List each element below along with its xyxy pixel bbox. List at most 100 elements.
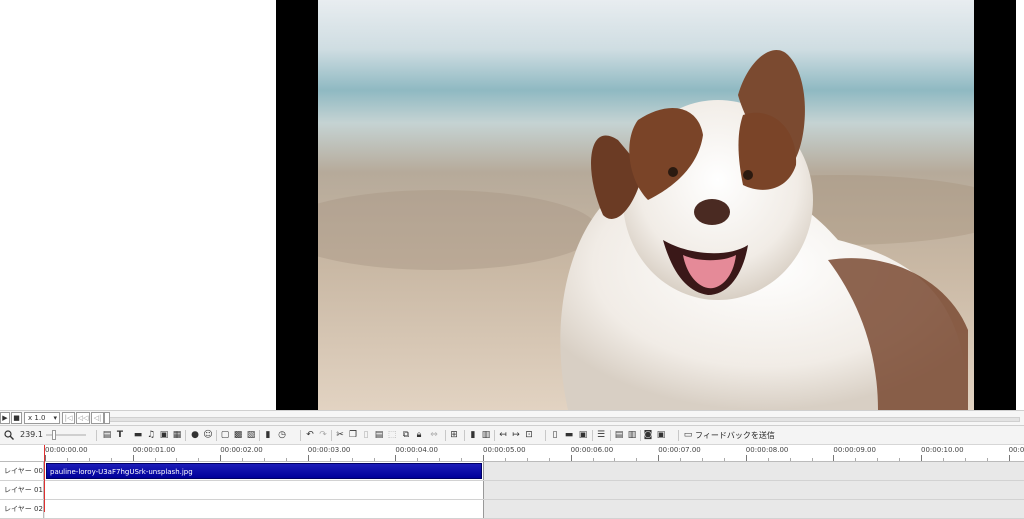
copy-icon[interactable]: ❐: [348, 430, 358, 440]
camera-icon[interactable]: ◙: [643, 430, 653, 440]
group-icon[interactable]: ▩: [233, 430, 243, 440]
save-disk-icon[interactable]: ▣: [578, 430, 588, 440]
music-icon[interactable]: ♫: [146, 430, 156, 440]
ruler-tick-label: 00:00:05.00: [483, 446, 526, 454]
ruler-minor-tick: [198, 458, 200, 461]
timeline-clip[interactable]: pauline-loroy-U3aF7hgUSrk-unsplash.jpg: [46, 463, 482, 479]
dog-photo: [318, 0, 974, 410]
ruler-tick-label: 00:00:02.00: [220, 446, 263, 454]
ruler-minor-tick: [504, 458, 506, 461]
magnifier-icon[interactable]: [4, 430, 14, 440]
ruler-tick: [483, 455, 484, 461]
save-icon[interactable]: ▮: [263, 430, 273, 440]
delete-icon[interactable]: ▮: [468, 430, 478, 440]
export-icon[interactable]: ▤: [614, 430, 624, 440]
fit-icon[interactable]: ⊡: [524, 430, 534, 440]
ruler-minor-tick: [242, 458, 244, 461]
open-icon[interactable]: ▬: [564, 430, 574, 440]
timeline-ruler[interactable]: 00:00:00.00 00:00:01.00 00:00:02.00 00:00:0…: [0, 445, 1024, 462]
zoom-slider-thumb[interactable]: [52, 430, 56, 440]
layer-area[interactable]: [45, 481, 484, 499]
ruler-tick: [745, 455, 747, 461]
speed-select[interactable]: x 1.0 ▾: [24, 412, 60, 424]
filter-icon[interactable]: ▧: [246, 430, 256, 440]
play-button[interactable]: ▶: [0, 412, 10, 424]
ruler-tick: [921, 455, 922, 461]
layer-row[interactable]: レイヤー 02: [0, 500, 1024, 519]
toolbar-separator: [331, 430, 332, 441]
step-back-icon[interactable]: ◁|: [91, 412, 104, 424]
ruler-minor-tick: [285, 458, 287, 461]
ruler-tick-label: 00:00:04.00: [395, 446, 438, 454]
scene-icon[interactable]: ▢: [220, 430, 230, 440]
ruler-minor-tick: [461, 458, 463, 461]
layer-row[interactable]: レイヤー 00 pauline-loroy-U3aF7hgUSrk-unspla…: [0, 462, 1024, 481]
feedback-icon[interactable]: ▭: [683, 430, 693, 440]
paste-icon[interactable]: ▯: [361, 430, 371, 440]
clock-icon[interactable]: ◷: [277, 430, 287, 440]
select-icon[interactable]: ⬚: [387, 430, 397, 440]
comment-icon[interactable]: ▤: [102, 430, 112, 440]
zoom-value: 239.1: [20, 430, 43, 439]
playback-bar: ▶ ■ x 1.0 ▾ |◁ ◁◁ ◁|: [0, 410, 1024, 426]
ruler-minor-tick: [66, 458, 68, 461]
prev-frame-icon[interactable]: |◁: [62, 412, 75, 424]
toolbar-separator: [678, 430, 679, 441]
new-icon[interactable]: ▯: [550, 430, 560, 440]
lock-icon[interactable]: 🔒︎: [414, 430, 424, 440]
ruler-minor-tick: [636, 458, 638, 461]
smiley-icon[interactable]: ☺: [203, 430, 213, 440]
stop-button[interactable]: ■: [11, 412, 22, 424]
seek-thumb[interactable]: [104, 412, 110, 424]
settings-icon[interactable]: ☰: [596, 430, 606, 440]
layer-area[interactable]: [45, 500, 484, 518]
ruler-tick-label: 00:00:00.00: [45, 446, 88, 454]
ruler-minor-tick: [702, 458, 703, 461]
export-alt-icon[interactable]: ▥: [627, 430, 637, 440]
undo-icon[interactable]: ↶: [305, 430, 315, 440]
ruler-tick-label: 00:00:09.00: [833, 446, 876, 454]
timeline-toolbar: 239.1 ▤ T ▬ ♫ ▣ ▦ ● ☺ ▢ ▩ ▧ ▮ ◷ ↶ ↷ ✂ ❐ …: [0, 426, 1024, 445]
ruler-minor-tick: [614, 458, 616, 461]
image-icon[interactable]: ▣: [159, 430, 169, 440]
toolbar-separator: [216, 430, 217, 441]
ruler-tick: [1008, 455, 1010, 461]
seek-bar[interactable]: [108, 417, 1020, 422]
ruler-minor-tick: [88, 458, 90, 461]
split-left-icon[interactable]: ↤: [498, 430, 508, 440]
layer-copy-icon[interactable]: ⧉: [401, 430, 411, 440]
layer-row[interactable]: レイヤー 01: [0, 481, 1024, 500]
toolbar-separator: [592, 430, 593, 441]
layer-delete-icon[interactable]: ▥: [481, 430, 491, 440]
toolbar-separator: [464, 430, 465, 441]
paste-special-icon[interactable]: ▤: [374, 430, 384, 440]
rewind-icon[interactable]: ◁◁: [76, 412, 90, 424]
snapshot-icon[interactable]: ▣: [656, 430, 666, 440]
layer-label[interactable]: レイヤー 02: [0, 500, 44, 518]
ruler-minor-tick: [417, 458, 419, 461]
layer-label[interactable]: レイヤー 00: [0, 462, 44, 480]
ruler-minor-tick: [811, 458, 813, 461]
layer-label[interactable]: レイヤー 01: [0, 481, 44, 499]
playhead[interactable]: [44, 445, 45, 512]
ruler-tick: [395, 455, 397, 461]
ruler-tick: [833, 455, 835, 461]
arrow-icon[interactable]: ⇔: [429, 430, 439, 440]
ruler-minor-tick: [767, 458, 769, 461]
grid-icon[interactable]: ⊞: [449, 430, 459, 440]
ruler-minor-tick: [789, 458, 791, 461]
person-icon[interactable]: ●: [190, 430, 200, 440]
ruler-minor-tick: [855, 458, 857, 461]
ruler-tick-label: 00:00:1: [1008, 446, 1024, 454]
ruler-minor-tick: [986, 458, 988, 461]
split-right-icon[interactable]: ↦: [511, 430, 521, 440]
ruler-minor-tick: [723, 458, 725, 461]
video-icon[interactable]: ▬: [133, 430, 143, 440]
figure-icon[interactable]: ▦: [172, 430, 182, 440]
ruler-minor-tick: [899, 458, 901, 461]
ruler-tick-label: 00:00:06.00: [570, 446, 614, 454]
redo-icon[interactable]: ↷: [318, 430, 328, 440]
cut-icon[interactable]: ✂: [335, 430, 345, 440]
feedback-button[interactable]: フィードバックを送信: [695, 430, 775, 441]
text-icon[interactable]: T: [115, 430, 125, 440]
